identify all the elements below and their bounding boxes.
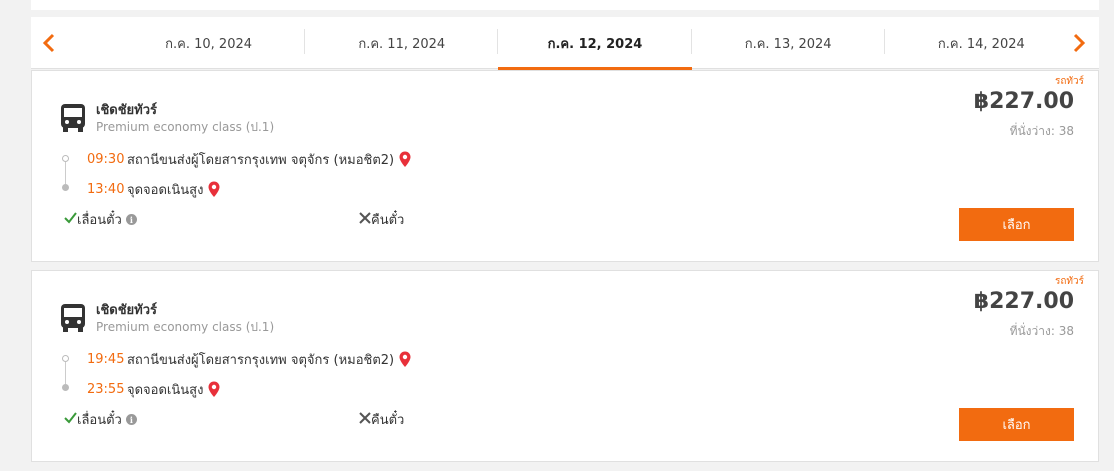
bus-class: Premium economy class (ป.1) [96,120,275,134]
departure-time: 09:30 [87,152,125,167]
map-pin-icon[interactable] [208,181,220,198]
close-icon [359,211,371,228]
bus-icon [60,103,88,133]
date-navigation: ก.ค. 10, 2024 ก.ค. 11, 2024 ก.ค. 12, 202… [31,17,1099,70]
seats-available: ที่นั่งว่าง: 38 [1009,124,1074,138]
date-tab-active[interactable]: ก.ค. 12, 2024 [498,17,692,70]
chevron-left-icon[interactable] [35,29,63,57]
change-ticket-label: เลื่อนตั๋ว [77,413,122,428]
vehicle-type-tag: รถทัวร์ [1054,276,1084,287]
date-tab[interactable]: ก.ค. 13, 2024 [692,17,885,69]
date-tab[interactable]: ก.ค. 11, 2024 [305,17,499,69]
info-icon[interactable]: i [125,414,137,425]
refund-ticket-label: คืนตั๋ว [371,213,405,228]
refund-ticket-label: คืนตั๋ว [371,413,405,428]
departure-station: สถานีขนส่งผู้โดยสารกรุงเทพ จตุจักร (หมอช… [127,353,395,368]
map-pin-icon[interactable] [208,381,220,398]
trip-price: ฿227.00 [973,89,1074,114]
arrival-time: 23:55 [87,382,125,397]
arrival-station: จุดจอดเนินสูง [127,183,204,198]
check-icon [64,411,77,428]
map-pin-icon[interactable] [399,351,411,368]
select-button[interactable]: เลือก [959,208,1074,241]
bus-icon [60,303,88,333]
change-ticket-feature: เลื่อนตั๋ว i [64,409,137,430]
change-ticket-feature: เลื่อนตั๋ว i [64,209,137,230]
date-tab[interactable]: ก.ค. 10, 2024 [112,17,306,69]
map-pin-icon[interactable] [399,151,411,168]
departure-stop: 09:30 สถานีขนส่งผู้โดยสารกรุงเทพ จตุจักร… [87,149,411,170]
arrival-stop: 13:40 จุดจอดเนินสูง [87,179,220,200]
arrival-time: 13:40 [87,182,125,197]
route-timeline [62,155,69,191]
departure-time: 19:45 [87,352,125,367]
check-icon [64,211,77,228]
select-button[interactable]: เลือก [959,408,1074,441]
change-ticket-label: เลื่อนตั๋ว [77,213,122,228]
refund-ticket-feature: คืนตั๋ว [359,409,404,430]
date-tab[interactable]: ก.ค. 14, 2024 [885,17,1078,69]
close-icon [359,411,371,428]
refund-ticket-feature: คืนตั๋ว [359,209,404,230]
departure-station: สถานีขนส่งผู้โดยสารกรุงเทพ จตุจักร (หมอช… [127,153,395,168]
operator-name: เชิดชัยทัวร์ [96,303,158,318]
chevron-right-icon[interactable] [1065,29,1093,57]
vehicle-type-tag: รถทัวร์ [1054,76,1084,87]
arrival-station: จุดจอดเนินสูง [127,383,204,398]
trip-card: รถทัวร์ เชิดชัยทัวร์ Premium economy cla… [31,270,1099,462]
route-timeline [62,355,69,391]
top-strip [31,0,1099,10]
operator-name: เชิดชัยทัวร์ [96,103,158,118]
info-icon[interactable]: i [125,214,137,225]
bus-class: Premium economy class (ป.1) [96,320,275,334]
trip-card: รถทัวร์ เชิดชัยทัวร์ Premium economy cla… [31,70,1099,262]
trip-price: ฿227.00 [973,289,1074,314]
departure-stop: 19:45 สถานีขนส่งผู้โดยสารกรุงเทพ จตุจักร… [87,349,411,370]
date-tabs: ก.ค. 10, 2024 ก.ค. 11, 2024 ก.ค. 12, 202… [112,17,1078,70]
seats-available: ที่นั่งว่าง: 38 [1009,324,1074,338]
arrival-stop: 23:55 จุดจอดเนินสูง [87,379,220,400]
